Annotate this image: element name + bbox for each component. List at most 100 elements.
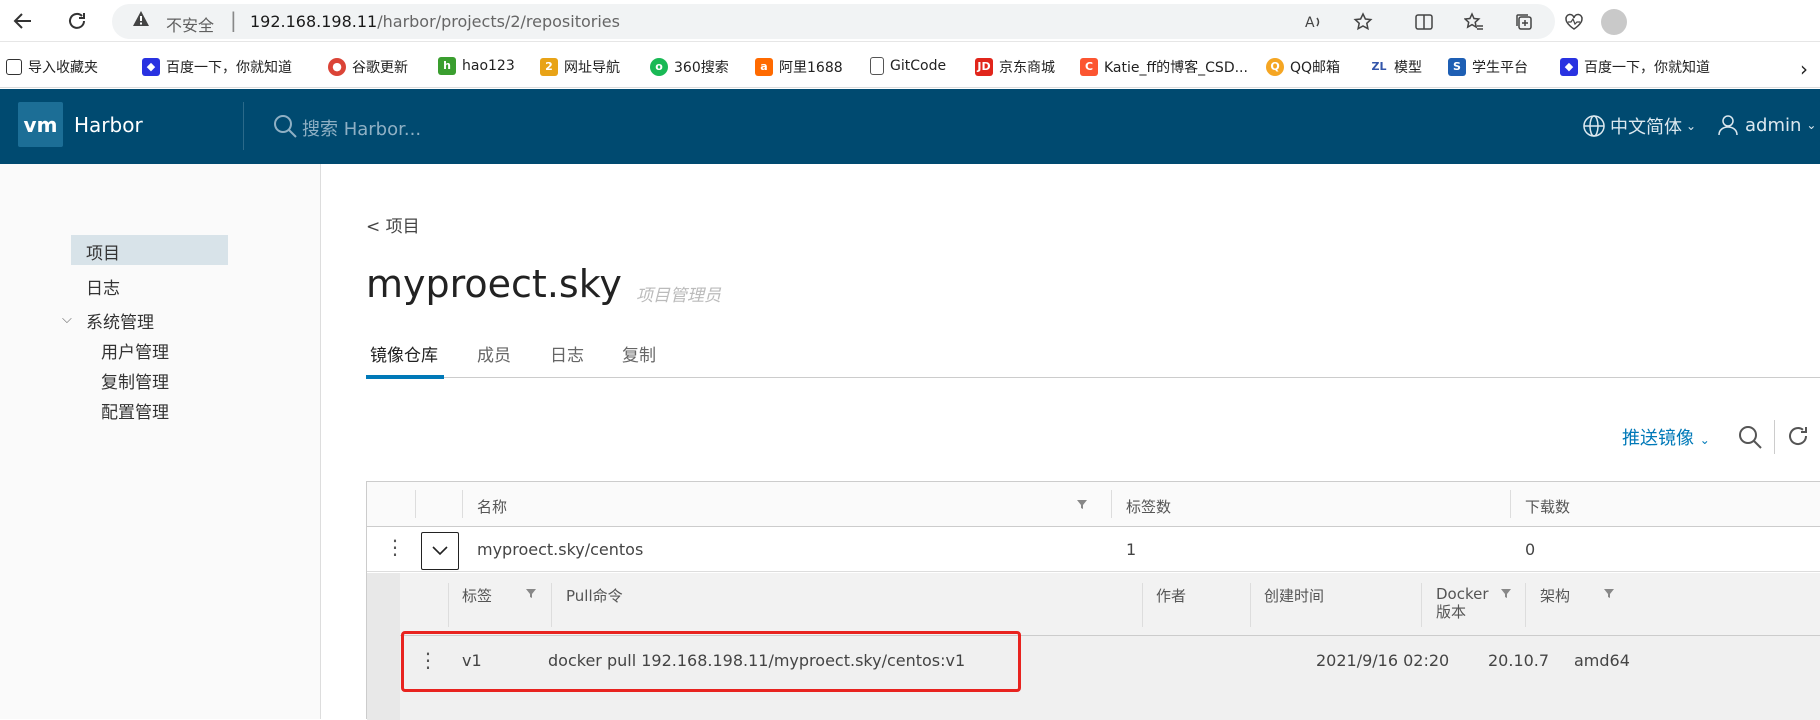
repo-name-link[interactable]: myproect.sky/centos [477,540,643,559]
file-icon [870,57,884,75]
column-header-docker-version[interactable]: Docker 版本 [1436,585,1496,621]
column-divider [448,583,449,627]
column-header-tag[interactable]: 标签 [462,585,492,606]
bookmark-label: 导入收藏夹 [28,60,98,76]
bookmark-student[interactable]: S 学生平台 [1448,57,1528,77]
chevron-down-icon[interactable]: ⌵ [62,312,72,327]
insecure-label[interactable]: 不安全 [166,12,214,36]
filter-icon[interactable] [1500,587,1512,599]
table-row[interactable]: ⋮ myproect.sky/centos 1 0 [367,527,1820,572]
chevron-down-icon [432,546,448,556]
toolbar-divider [1774,420,1775,454]
bookmark-label: 网址导航 [564,60,620,76]
bookmark-label: Katie_ff的博客_CSD... [1104,60,1248,76]
bookmark-model[interactable]: ZL 模型 [1370,57,1422,77]
baidu-icon: ◆ [142,58,160,76]
filter-icon[interactable] [525,587,537,599]
page-title: myproect.sky [366,262,622,306]
table-header: 名称 标签数 下载数 [367,482,1820,527]
column-divider [462,490,463,518]
bookmark-2345[interactable]: 2 网址导航 [540,57,620,77]
row-actions-icon[interactable]: ⋮ [385,537,405,557]
language-label: 中文简体 [1610,117,1682,138]
health-icon[interactable] [1560,8,1588,36]
bookmark-csdn[interactable]: C Katie_ff的博客_CSD... [1080,57,1248,77]
global-search-input[interactable]: 搜索 Harbor... [302,115,421,141]
bookmark-chrome-update[interactable]: ● 谷歌更新 [328,57,408,77]
search-icon[interactable] [272,113,298,139]
column-divider [1525,583,1526,627]
column-header-name[interactable]: 名称 [477,496,507,517]
collections-icon[interactable] [1510,8,1538,36]
tab-repositories[interactable]: 镜像仓库 [370,341,438,366]
profile-avatar-icon[interactable] [1600,8,1628,36]
chevron-down-icon: ⌄ [1806,118,1817,132]
sidebar-item-configuration[interactable]: 配置管理 [101,398,169,423]
user-menu[interactable]: admin ⌄ [1716,113,1816,137]
favorite-star-icon[interactable] [1349,8,1377,36]
sidebar-item-replication[interactable]: 复制管理 [101,368,169,393]
column-header-pulls[interactable]: 下载数 [1525,496,1570,517]
back-to-projects-link[interactable]: < 项目 [366,212,420,237]
language-dropdown[interactable]: 中文简体 ⌄ [1582,113,1696,139]
sidebar-item-users[interactable]: 用户管理 [101,338,169,363]
chevron-right-icon[interactable]: › [1800,57,1808,81]
warning-icon[interactable] [132,10,150,33]
back-arrow-icon[interactable] [8,6,38,36]
bookmark-label: 百度一下，你就知道 [166,60,292,76]
bookmark-hao123[interactable]: h hao123 [438,57,515,75]
import-icon [6,59,22,75]
bookmarks-bar: 导入收藏夹 ◆ 百度一下，你就知道 ● 谷歌更新 h hao123 2 网址导航 o 36… [0,42,1820,88]
user-icon [1718,115,1738,136]
reload-icon[interactable] [62,6,92,36]
sidebar-item-logs[interactable]: 日志 [86,274,120,299]
tab-members[interactable]: 成员 [477,341,511,366]
bookmark-qqmail[interactable]: Q QQ邮箱 [1266,57,1340,77]
favorites-icon[interactable] [1460,8,1488,36]
column-header-author[interactable]: 作者 [1156,585,1186,606]
bookmark-label: 模型 [1394,60,1422,76]
filter-icon[interactable] [1076,498,1088,510]
bookmark-gitcode[interactable]: GitCode [870,57,946,75]
bookmark-360[interactable]: o 360搜索 [650,57,729,77]
tab-replication[interactable]: 复制 [622,341,656,366]
bookmark-label: GitCode [890,58,947,74]
bookmark-jd[interactable]: JD 京东商城 [975,57,1055,77]
sidebar-item-projects[interactable]: 项目 [86,239,120,264]
column-divider [1250,583,1251,627]
bookmark-label: hao123 [462,58,515,74]
browser-toolbar: 不安全 | 192.168.198.11/harbor/projects/2/r… [0,0,1820,42]
push-image-button[interactable]: 推送镜像 ⌄ [1622,424,1710,450]
baidu-icon: ◆ [1560,58,1578,76]
read-aloud-icon[interactable]: A [1300,8,1328,36]
bookmark-baidu-2[interactable]: ◆ 百度一下，你就知道 [1560,57,1710,77]
bookmark-baidu[interactable]: ◆ 百度一下，你就知道 [142,57,292,77]
bookmark-label: 京东商城 [999,60,1055,76]
refresh-icon[interactable] [1786,424,1810,448]
expand-row-button[interactable] [421,532,459,570]
split-screen-icon[interactable] [1410,8,1438,36]
url-separator: | [230,8,237,32]
bookmark-label: 百度一下，你就知道 [1584,60,1710,76]
bookmark-label: QQ邮箱 [1290,60,1341,76]
highlight-annotation-box [401,631,1021,692]
brand-name[interactable]: Harbor [74,113,143,137]
filter-icon[interactable] [1603,587,1615,599]
search-icon[interactable] [1737,424,1763,450]
column-header-created[interactable]: 创建时间 [1264,585,1324,606]
chrome-icon: ● [328,58,346,76]
bookmark-1688[interactable]: a 阿里1688 [755,57,843,77]
column-header-arch[interactable]: 架构 [1540,585,1570,606]
vmware-logo[interactable]: vm [18,102,63,147]
bookmark-import[interactable]: 导入收藏夹 [6,57,98,77]
column-header-pull-command[interactable]: Pull命令 [566,585,623,606]
column-header-tags[interactable]: 标签数 [1126,496,1171,517]
jd-icon: JD [975,58,993,76]
bookmark-label: 学生平台 [1472,60,1528,76]
sidebar-item-admin[interactable]: 系统管理 [86,308,154,333]
tab-logs[interactable]: 日志 [550,341,584,366]
project-role: 项目管理员 [636,286,721,306]
student-icon: S [1448,58,1466,76]
column-divider [551,583,552,627]
url-text[interactable]: 192.168.198.11/harbor/projects/2/reposit… [250,12,620,31]
